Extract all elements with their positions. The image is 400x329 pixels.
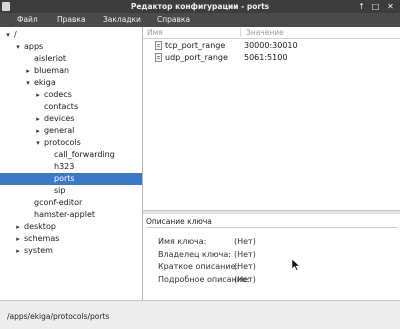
pane-splitter[interactable] — [143, 210, 400, 214]
tree-item-hamster-applet[interactable]: hamster-applet — [0, 209, 142, 221]
expander-collapsed-icon[interactable]: ▸ — [24, 65, 32, 77]
tree-item-label: apps — [24, 42, 44, 51]
tree-item-label: gconf-editor — [34, 198, 83, 207]
tree-item-label: desktop — [24, 222, 56, 231]
key-value[interactable]: 5061:5100 — [244, 53, 287, 62]
tree-item-label: ekiga — [34, 78, 56, 87]
menu-bookmarks[interactable]: Закладки — [103, 15, 141, 24]
tree-item-desktop[interactable]: ▸ desktop — [0, 221, 142, 233]
key-row[interactable]: udp_port_range 5061:5100 — [143, 52, 400, 64]
key-file-icon — [155, 41, 162, 50]
key-row[interactable]: tcp_port_range 30000:30010 — [143, 40, 400, 52]
expander-collapsed-icon[interactable]: ▸ — [14, 221, 22, 233]
key-file-icon — [155, 53, 162, 62]
menu-bar: Файл Правка Закладки Справка — [0, 13, 400, 27]
tree-item-label: codecs — [44, 90, 72, 99]
expander-expanded-icon[interactable]: ▾ — [14, 41, 22, 53]
divider — [146, 227, 398, 228]
description-row: Имя ключа: (Нет) — [143, 237, 400, 249]
tree-item-label: protocols — [44, 138, 81, 147]
close-icon[interactable]: ✕ — [385, 1, 396, 12]
tree-item-gconf-editor[interactable]: gconf-editor — [0, 197, 142, 209]
status-path: /apps/ekiga/protocols/ports — [7, 312, 110, 321]
key-name: tcp_port_range — [165, 41, 226, 50]
tree-item-label: blueman — [34, 66, 70, 75]
tree-item-system[interactable]: ▸ system — [0, 245, 142, 257]
tree-item-label: call_forwarding — [54, 150, 115, 159]
expander-collapsed-icon[interactable]: ▸ — [14, 233, 22, 245]
tree-item-label: h323 — [54, 162, 75, 171]
tree-item-contacts[interactable]: contacts — [0, 101, 142, 113]
description-title: Описание ключа — [146, 217, 212, 226]
description-value: (Нет) — [234, 249, 256, 259]
tree-item-label: hamster-applet — [34, 210, 95, 219]
column-name[interactable]: Имя — [147, 28, 163, 37]
key-value[interactable]: 30000:30010 — [244, 41, 298, 50]
tree-item-aisleriot[interactable]: aisleriot — [0, 53, 142, 65]
tree-item-call-forwarding[interactable]: call_forwarding — [0, 149, 142, 161]
expander-expanded-icon[interactable]: ▾ — [4, 29, 12, 41]
menu-file[interactable]: Файл — [17, 15, 38, 24]
tree-item-blueman[interactable]: ▸ blueman — [0, 65, 142, 77]
tree-item-h323[interactable]: h323 — [0, 161, 142, 173]
tree-item-label: general — [44, 126, 75, 135]
expander-expanded-icon[interactable]: ▾ — [34, 137, 42, 149]
tree-item-label: schemas — [24, 234, 60, 243]
title-bar: Редактор конфигурации - ports ↑ □ ✕ — [0, 0, 400, 13]
mouse-cursor-icon — [292, 259, 300, 271]
description-label: Имя ключа: — [158, 237, 207, 246]
tree-item-ekiga[interactable]: ▾ ekiga — [0, 77, 142, 89]
tree-item-[interactable]: ▾ / — [0, 29, 142, 41]
description-row: Краткое описание: (Нет) — [143, 262, 400, 274]
description-label: Владелец ключа: — [158, 249, 231, 259]
tree-item-codecs[interactable]: ▸ codecs — [0, 89, 142, 101]
expander-collapsed-icon[interactable]: ▸ — [34, 125, 42, 137]
description-row: Владелец ключа: (Нет) — [143, 250, 400, 262]
expander-collapsed-icon[interactable]: ▸ — [34, 113, 42, 125]
tree-item-label: devices — [44, 114, 75, 123]
tree-item-sip[interactable]: sip — [0, 185, 142, 197]
tree-item-apps[interactable]: ▾ apps — [0, 41, 142, 53]
description-value: (Нет) — [234, 274, 256, 284]
menu-help[interactable]: Справка — [157, 15, 190, 24]
expander-collapsed-icon[interactable]: ▸ — [14, 245, 22, 257]
key-name: udp_port_range — [165, 53, 228, 62]
tree-item-ports[interactable]: ports — [0, 173, 142, 185]
tree-item-general[interactable]: ▸ general — [0, 125, 142, 137]
column-header: Имя Значение — [143, 27, 400, 39]
description-row: Подробное описание: (Нет) — [143, 275, 400, 287]
key-pane: Имя Значение tcp_port_range 30000:30010 ud… — [143, 27, 400, 300]
column-value[interactable]: Значение — [246, 28, 284, 37]
window-title: Редактор конфигурации - ports — [130, 2, 270, 11]
tree-item-label: system — [24, 246, 53, 255]
tree-item-devices[interactable]: ▸ devices — [0, 113, 142, 125]
menu-edit[interactable]: Правка — [57, 15, 86, 24]
key-tree[interactable]: ▾ / ▾ apps aisleriot ▸ blueman ▾ ekiga ▸ codecs con… — [0, 27, 143, 300]
status-bar: /apps/ekiga/protocols/ports — [0, 300, 400, 329]
maximize-icon[interactable]: □ — [370, 1, 381, 12]
description-value: (Нет) — [234, 262, 256, 271]
description-value: (Нет) — [234, 237, 256, 246]
tree-item-label: / — [14, 30, 17, 39]
tree-item-label: aisleriot — [34, 54, 66, 63]
arrow-up-icon[interactable]: ↑ — [356, 1, 367, 12]
tree-item-schemas[interactable]: ▸ schemas — [0, 233, 142, 245]
tree-item-label: sip — [54, 186, 66, 195]
expander-collapsed-icon[interactable]: ▸ — [34, 89, 42, 101]
tree-item-protocols[interactable]: ▾ protocols — [0, 137, 142, 149]
tree-item-label: ports — [54, 174, 75, 183]
description-label: Краткое описание: — [158, 262, 239, 271]
tree-item-label: contacts — [44, 102, 79, 111]
expander-expanded-icon[interactable]: ▾ — [24, 77, 32, 89]
